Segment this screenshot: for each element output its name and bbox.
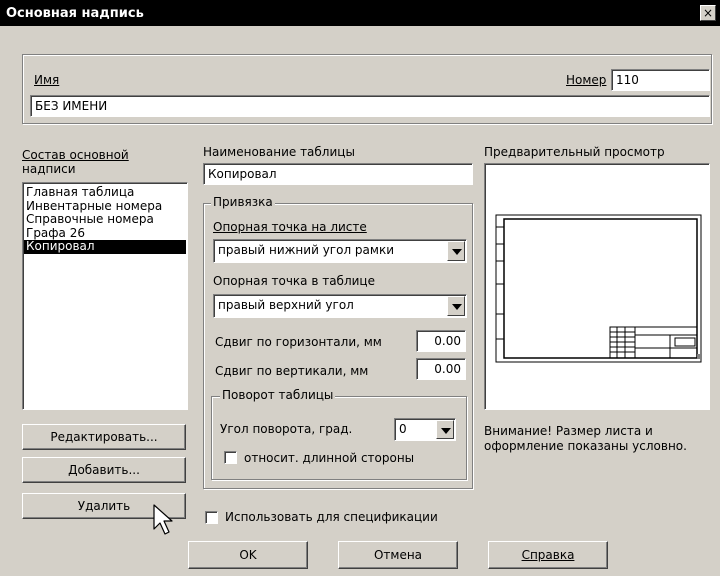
- use-for-spec-checkbox[interactable]: [205, 511, 218, 524]
- list-item[interactable]: Справочные номера: [24, 212, 186, 227]
- list-item[interactable]: Инвентарные номера: [24, 199, 186, 214]
- use-for-spec-label: Использовать для спецификации: [225, 510, 438, 524]
- chevron-down-icon[interactable]: [447, 296, 465, 316]
- number-label: Номер: [566, 73, 607, 87]
- binding-legend: Привязка: [211, 195, 275, 209]
- mouse-cursor-icon: [153, 504, 173, 535]
- table-point-label: Опорная точка в таблице: [213, 274, 375, 288]
- table-name-label: Наименование таблицы: [203, 145, 355, 159]
- list-item[interactable]: Копировал: [24, 239, 186, 254]
- preview-note: Внимание! Размер листа и оформление пока…: [484, 424, 687, 453]
- shift-v-field[interactable]: 0.00: [416, 358, 466, 380]
- number-field[interactable]: 110: [611, 69, 710, 91]
- composition-list[interactable]: Главная таблица Инвентарные номера Справоч…: [22, 182, 188, 410]
- name-field[interactable]: БЕЗ ИМЕНИ: [30, 95, 710, 117]
- rotation-legend: Поворот таблицы: [220, 388, 336, 402]
- name-label: Имя: [34, 73, 60, 87]
- close-icon: ×: [702, 6, 714, 20]
- list-item[interactable]: Главная таблица: [24, 185, 186, 200]
- chevron-down-icon[interactable]: [436, 420, 454, 439]
- edit-button[interactable]: Редактировать...: [22, 424, 186, 450]
- table-name-field[interactable]: Копировал: [203, 163, 473, 185]
- ok-button[interactable]: OK: [188, 541, 308, 569]
- chevron-down-icon[interactable]: [447, 241, 465, 261]
- table-point-dropdown[interactable]: правый верхний угол: [213, 294, 467, 318]
- sheet-preview-drawing: [495, 214, 702, 363]
- preview-panel: [484, 163, 710, 410]
- title-bar: Основная надпись: [0, 0, 720, 26]
- shift-h-field[interactable]: 0.00: [416, 330, 466, 352]
- sheet-point-dropdown[interactable]: правый нижний угол рамки: [213, 239, 467, 263]
- cancel-button[interactable]: Отмена: [338, 541, 458, 569]
- composition-label: Состав основной надписи: [22, 148, 129, 176]
- add-button[interactable]: Добавить...: [22, 457, 186, 483]
- relative-side-checkbox[interactable]: [224, 451, 237, 464]
- shift-v-label: Сдвиг по вертикали, мм: [215, 364, 369, 378]
- sheet-point-label: Опорная точка на листе: [213, 220, 367, 234]
- relative-side-label: относит. длинной стороны: [244, 451, 415, 465]
- list-item[interactable]: Графа 26: [24, 226, 186, 241]
- help-button[interactable]: Справка: [488, 541, 608, 569]
- close-button[interactable]: ×: [700, 5, 716, 21]
- angle-dropdown[interactable]: 0: [394, 418, 456, 441]
- angle-label: Угол поворота, град.: [220, 422, 353, 436]
- window-title: Основная надпись: [6, 6, 144, 21]
- preview-label: Предварительный просмотр: [484, 145, 665, 159]
- shift-h-label: Сдвиг по горизонтали, мм: [215, 335, 382, 349]
